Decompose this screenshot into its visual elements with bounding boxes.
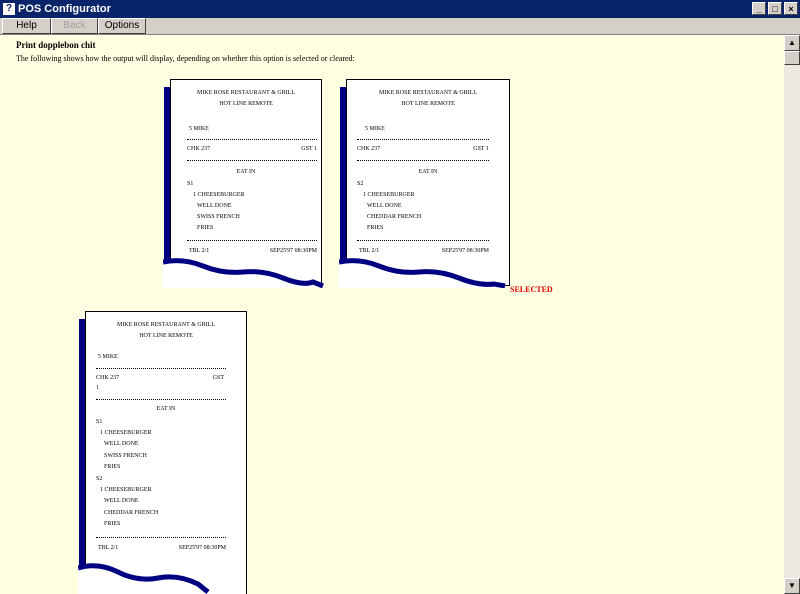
receipt-divider <box>187 240 317 241</box>
title-bar: ? POS Configurator _ □ × <box>0 0 800 18</box>
help-content: Print dopplebon chit The following shows… <box>0 35 784 594</box>
receipt-seat: S2 <box>357 181 364 187</box>
back-button[interactable]: Back <box>51 18 98 34</box>
receipt-printer: HOT LINE REMOTE <box>401 101 455 107</box>
receipt-item: 1 CHEESEBURGER <box>100 430 152 436</box>
selected-label: SELECTED <box>510 285 553 294</box>
receipt-cleared-seat2: MIKE ROSE RESTAURANT & GRILL HOT LINE RE… <box>339 79 510 288</box>
torn-paper-edge <box>163 258 325 288</box>
vertical-scrollbar[interactable]: ▲ ▼ <box>784 35 800 594</box>
receipt-modifier: FRIES <box>104 464 121 470</box>
receipt-modifier: FRIES <box>104 521 121 527</box>
help-app-icon: ? <box>3 3 15 15</box>
receipt-item: 1 CHEESEBURGER <box>100 487 152 493</box>
receipt-printer: HOT LINE REMOTE <box>139 333 193 339</box>
scroll-down-arrow-icon[interactable]: ▼ <box>784 578 800 594</box>
help-toolbar: Help Topics Back Options <box>0 18 800 45</box>
receipt-seat: S2 <box>96 476 103 482</box>
receipt-seat: S1 <box>96 419 103 425</box>
receipt-divider <box>357 160 489 161</box>
receipt-guest-count: 1 <box>96 385 99 391</box>
receipt-item: 1 CHEESEBURGER <box>363 192 415 198</box>
receipt-divider <box>357 139 489 140</box>
receipt-restaurant: MIKE ROSE RESTAURANT & GRILL <box>196 90 296 96</box>
receipt-shadow <box>340 87 346 267</box>
receipt-item: 1 CHEESEBURGER <box>193 192 245 198</box>
receipt-divider <box>96 537 226 538</box>
receipt-combined: MIKE ROSE RESTAURANT & GRILL HOT LINE RE… <box>78 311 247 594</box>
receipt-divider <box>187 139 317 140</box>
options-button[interactable]: Options <box>98 18 146 34</box>
receipt-shadow <box>79 319 85 589</box>
receipt-datetime: SEP25'97 08:30PM <box>441 248 489 254</box>
receipt-modifier: CHEDDAR FRENCH <box>367 214 422 220</box>
receipt-cleared-seat1: MIKE ROSE RESTAURANT & GRILL HOT LINE RE… <box>163 79 325 288</box>
page-heading: Print dopplebon chit <box>16 40 96 50</box>
close-button[interactable]: × <box>784 2 798 15</box>
receipt-restaurant: MIKE ROSE RESTAURANT & GRILL <box>378 90 478 96</box>
receipt-printer: HOT LINE REMOTE <box>219 101 273 107</box>
receipt-order-type: EAT IN <box>418 169 438 175</box>
receipt-divider <box>96 368 226 369</box>
receipt-server: 5 MIKE <box>98 354 118 360</box>
receipt-modifier: WELL DONE <box>104 498 139 504</box>
receipt-order-type: EAT IN <box>156 406 176 412</box>
receipt-modifier: FRIES <box>367 225 384 231</box>
receipt-restaurant: MIKE ROSE RESTAURANT & GRILL <box>116 322 216 328</box>
torn-paper-edge <box>78 563 210 594</box>
receipt-divider <box>357 240 489 241</box>
receipt-server: 5 MIKE <box>189 126 209 132</box>
receipt-check: CHK 237 <box>357 146 381 152</box>
torn-paper-edge <box>339 258 507 288</box>
receipt-server: 5 MIKE <box>365 126 385 132</box>
receipt-guests: GST <box>212 375 224 381</box>
maximize-button[interactable]: □ <box>768 2 782 15</box>
receipt-check: CHK 237 <box>187 146 211 152</box>
scroll-up-arrow-icon[interactable]: ▲ <box>784 35 800 51</box>
receipt-datetime: SEP25'97 08:30PM <box>269 248 317 254</box>
receipt-table: TBL 2/1 <box>98 545 119 551</box>
minimize-button[interactable]: _ <box>752 2 766 15</box>
receipt-seat: S1 <box>187 181 194 187</box>
receipt-modifier: SWISS FRENCH <box>197 214 240 220</box>
receipt-shadow <box>164 87 170 267</box>
window-title: POS Configurator <box>18 3 111 15</box>
scrollbar-thumb[interactable] <box>784 51 800 65</box>
receipt-divider <box>96 399 226 400</box>
page-description: The following shows how the output will … <box>16 54 355 63</box>
receipt-modifier: WELL DONE <box>104 441 139 447</box>
receipt-datetime: SEP25'97 08:30PM <box>178 545 226 551</box>
window-controls: _ □ × <box>752 2 798 15</box>
receipt-table: TBL 2/1 <box>359 248 380 254</box>
receipt-order-type: EAT IN <box>236 169 256 175</box>
receipt-modifier: CHEDDAR FRENCH <box>104 510 159 516</box>
receipt-modifier: SWISS FRENCH <box>104 453 147 459</box>
receipt-table: TBL 2/1 <box>189 248 210 254</box>
receipt-modifier: FRIES <box>197 225 214 231</box>
receipt-modifier: WELL DONE <box>197 203 232 209</box>
receipt-modifier: WELL DONE <box>367 203 402 209</box>
help-topics-button[interactable]: Help Topics <box>2 18 51 45</box>
receipt-guests: GST 1 <box>473 146 489 152</box>
receipt-guests: GST 1 <box>301 146 317 152</box>
receipt-divider <box>187 160 317 161</box>
receipt-check: CHK 237 <box>96 375 120 381</box>
